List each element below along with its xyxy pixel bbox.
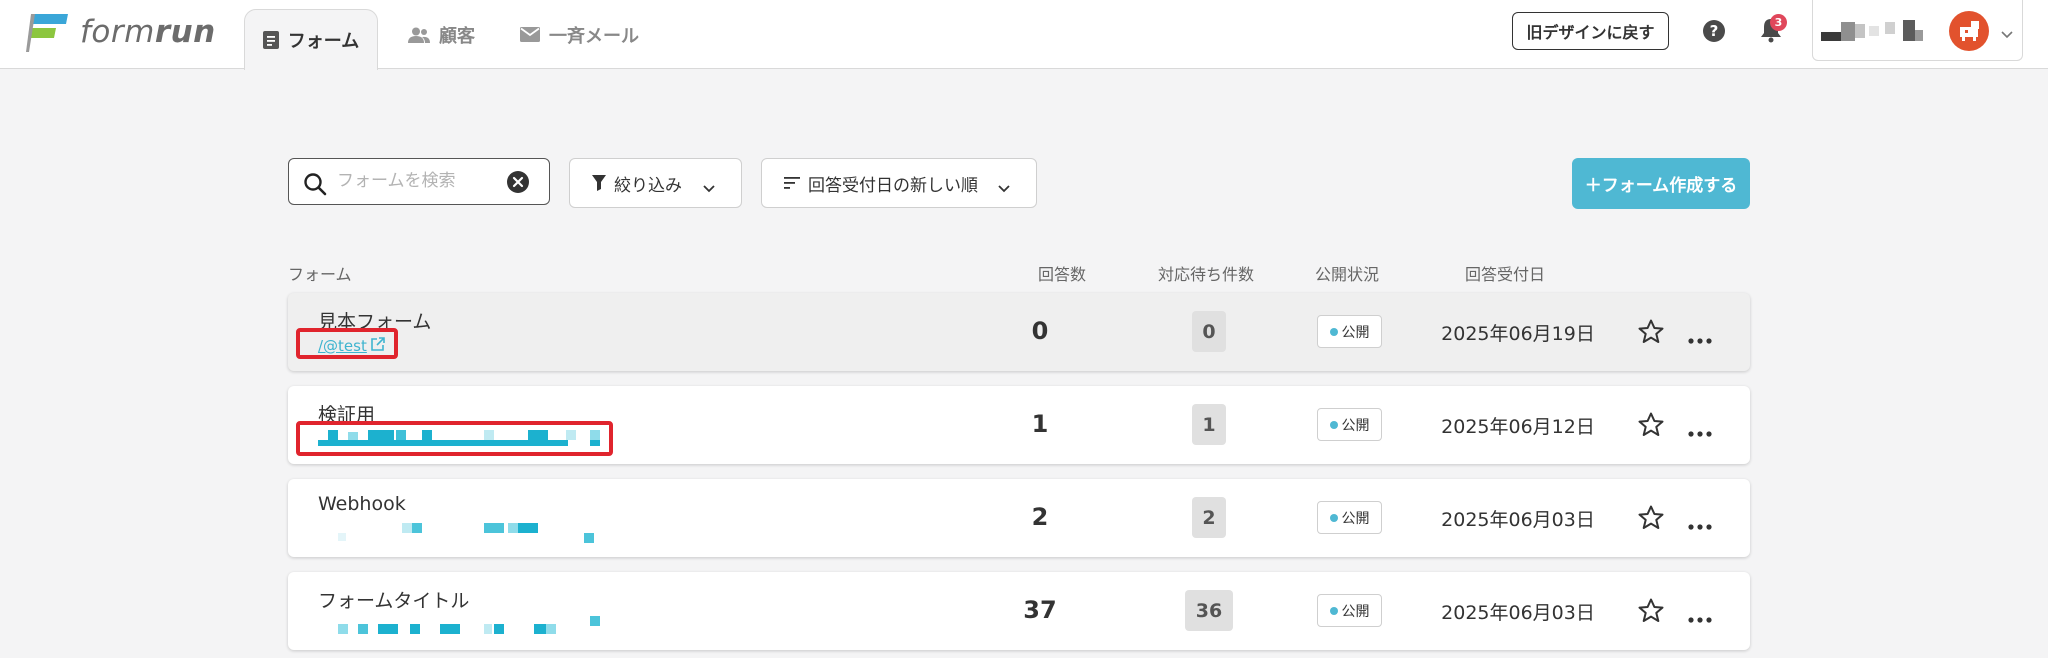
notification-count-badge: 3 [1770,14,1787,31]
publish-status-badge: 公開 [1317,315,1382,348]
form-doc-icon [262,31,279,49]
account-menu[interactable] [1812,0,2023,61]
form-link-redacted [318,523,618,543]
table-row[interactable]: フォームタイトル 37 36 公開 2025年06月03日 [288,572,1750,650]
formrun-logo-icon [26,14,68,52]
more-options-icon[interactable] [1688,329,1712,348]
status-label: 公開 [1341,603,1370,620]
chevron-down-icon [2001,24,2013,43]
tab-bulk-mail-label: 一斉メール [549,25,639,47]
chevron-down-icon [998,178,1010,198]
table-row[interactable]: Webhook 2 2 公開 2025年06月03日 [288,479,1750,557]
status-label: 公開 [1341,324,1370,341]
status-label: 公開 [1341,510,1370,527]
favorite-star-icon[interactable] [1638,319,1664,348]
table-row[interactable]: 検証用 1 1 公開 2025年06月12日 [288,386,1750,464]
column-header-pending: 対応待ち件数 [1158,265,1255,284]
status-label: 公開 [1341,417,1370,434]
top-header: formrun フォーム 顧客 一斉メール 旧デザインに戻す ? 3 [0,0,2048,70]
filter-label: 絞り込み [614,175,682,196]
filter-funnel-icon [592,175,606,191]
annotation-highlight-box [296,328,398,359]
response-count: 0 [1031,317,1049,345]
response-count: 2 [1031,503,1049,531]
account-name-redacted [1821,20,1923,42]
response-count: 1 [1031,410,1049,438]
more-options-icon[interactable] [1688,515,1712,534]
column-header-responses: 回答数 [1038,265,1087,284]
table-row[interactable]: 見本フォーム /@test 0 0 公開 2025年06月19日 [288,293,1750,371]
status-dot-icon [1329,327,1338,336]
pending-count-badge: 0 [1192,311,1226,352]
chevron-down-icon [703,178,715,198]
pending-count-badge: 1 [1192,404,1226,445]
create-form-button[interactable]: ＋フォーム作成する [1572,158,1750,209]
pending-count-badge: 36 [1185,590,1233,631]
search-input[interactable] [337,167,497,195]
favorite-star-icon[interactable] [1638,598,1664,627]
column-header-form: フォーム [288,265,352,284]
more-options-icon[interactable] [1688,608,1712,627]
response-date: 2025年06月03日 [1441,509,1595,531]
publish-status-badge: 公開 [1317,408,1382,441]
publish-status-badge: 公開 [1317,594,1382,627]
response-count: 37 [1023,596,1057,624]
question-circle-icon[interactable]: ? [1702,19,1726,47]
response-date: 2025年06月19日 [1441,323,1595,345]
svg-text:?: ? [1710,22,1719,40]
tab-bulk-mail[interactable]: 一斉メール [520,0,639,69]
user-avatar [1949,11,1989,51]
mail-icon [520,27,540,42]
tab-forms[interactable]: フォーム [244,9,378,70]
column-header-date: 回答受付日 [1465,265,1546,284]
form-title[interactable]: フォームタイトル [318,586,469,613]
annotation-highlight-box [296,421,613,456]
publish-status-badge: 公開 [1317,501,1382,534]
pending-count-badge: 2 [1192,497,1226,538]
clear-search-icon[interactable] [507,171,529,197]
search-icon [303,172,327,200]
response-date: 2025年06月03日 [1441,602,1595,624]
response-date: 2025年06月12日 [1441,416,1595,438]
column-header-status: 公開状況 [1315,265,1380,284]
form-link-redacted [318,616,618,636]
status-dot-icon [1329,420,1338,429]
favorite-star-icon[interactable] [1638,412,1664,441]
form-search-box[interactable] [288,158,550,205]
back-to-old-design-button[interactable]: 旧デザインに戻す [1512,12,1669,50]
logo-wordmark: formrun [80,14,216,50]
customers-icon [408,27,430,43]
sort-lines-icon [784,177,800,189]
status-dot-icon [1329,513,1338,522]
tab-forms-label: フォーム [287,31,360,52]
formrun-logo[interactable]: formrun [26,10,216,54]
favorite-star-icon[interactable] [1638,505,1664,534]
status-dot-icon [1329,606,1338,615]
sort-label: 回答受付日の新しい順 [808,175,978,196]
more-options-icon[interactable] [1688,422,1712,441]
tab-customers[interactable]: 顧客 [408,0,475,69]
form-title[interactable]: Webhook [318,493,406,515]
sort-dropdown[interactable]: 回答受付日の新しい順 [761,158,1037,208]
filter-dropdown[interactable]: 絞り込み [569,158,742,208]
tab-customers-label: 顧客 [439,25,475,47]
